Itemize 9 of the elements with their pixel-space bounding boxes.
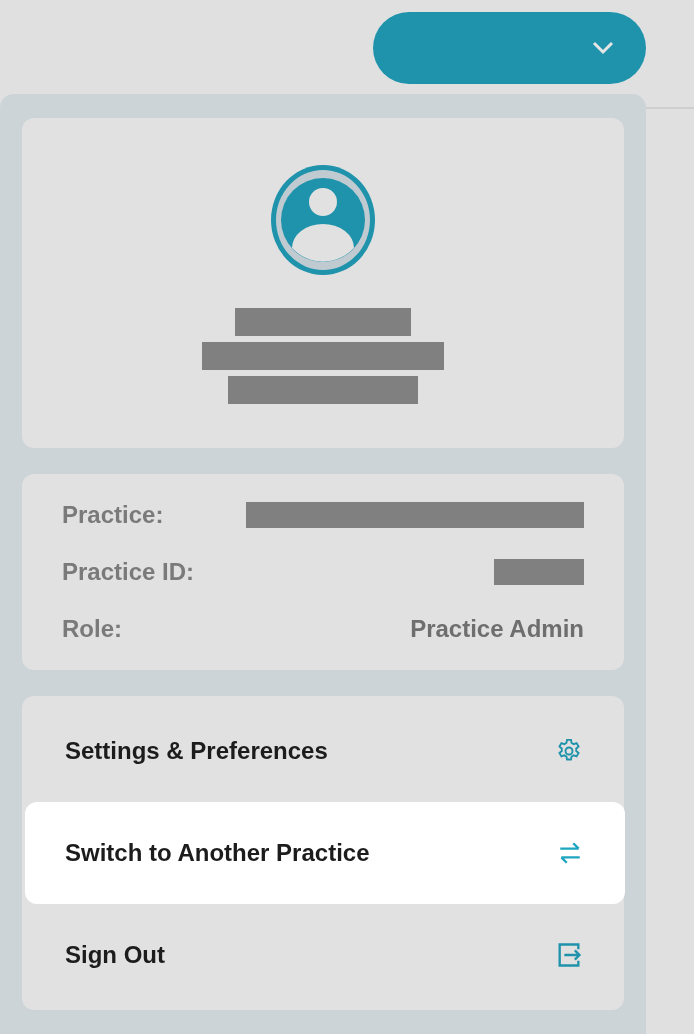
detail-label: Role: [62,615,122,643]
detail-value: Practice Admin [410,615,584,643]
chevron-icon [592,41,614,55]
avatar-icon [270,164,376,276]
detail-label: Practice: [62,501,164,529]
menu-item[interactable]: Settings & Preferences [25,700,625,802]
detail-label: Practice ID: [62,558,195,586]
menu-item[interactable]: Switch to Another Practice [25,802,625,904]
menu-item[interactable]: Sign Out [25,904,625,1006]
